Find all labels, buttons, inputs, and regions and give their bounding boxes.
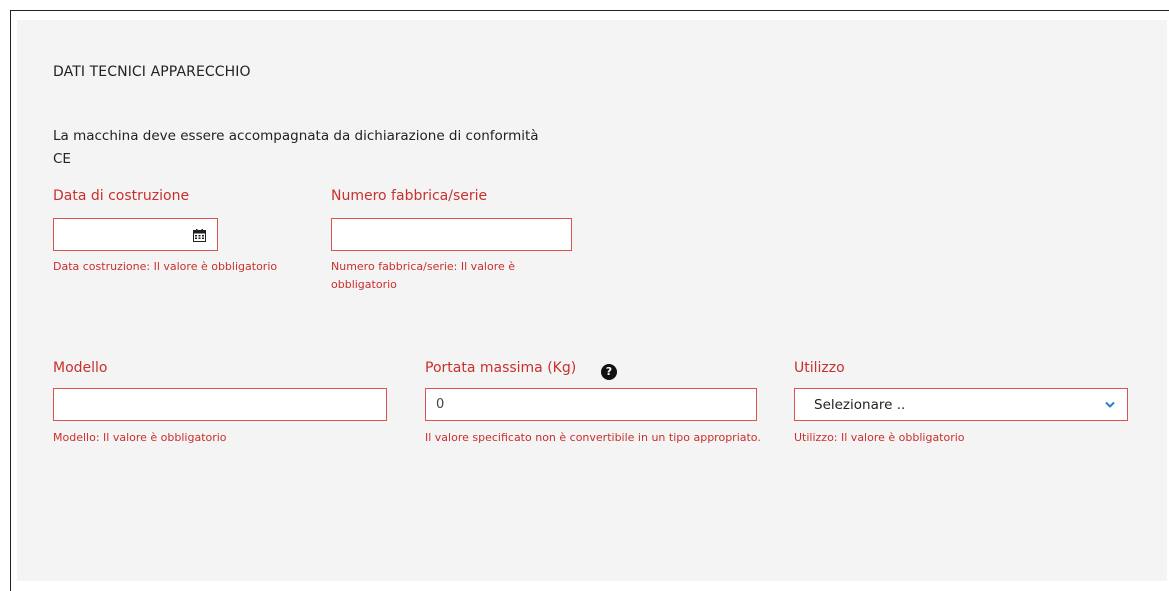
modello-error: Modello: Il valore è obbligatorio [53, 431, 227, 444]
data-costruzione-error: Data costruzione: Il valore è obbligator… [53, 260, 278, 273]
utilizzo-error: Utilizzo: Il valore è obbligatorio [794, 431, 965, 444]
ce-notice: La macchina deve essere accompagnata da … [53, 128, 539, 167]
chevron-down-icon [1105, 402, 1115, 408]
section-title: DATI TECNICI APPARECCHIO [53, 64, 251, 80]
utilizzo-selected-value: Selezionare .. [814, 397, 906, 413]
data-costruzione-label: Data di costruzione [53, 188, 190, 204]
calendar-icon[interactable] [193, 229, 206, 242]
portata-massima-label: Portata massima (Kg) [425, 360, 577, 376]
modello-label: Modello [53, 360, 108, 376]
question-circle-icon[interactable]: ? [601, 364, 617, 380]
form-panel [17, 20, 1167, 581]
numero-fabbrica-label: Numero fabbrica/serie [331, 188, 488, 204]
numero-fabbrica-input[interactable] [331, 218, 572, 251]
utilizzo-label: Utilizzo [794, 360, 845, 376]
utilizzo-select[interactable]: Selezionare .. [794, 388, 1128, 421]
numero-fabbrica-error: Numero fabbrica/serie: Il valore è obbli… [331, 260, 516, 291]
portata-massima-input[interactable] [425, 388, 757, 421]
modello-input[interactable] [53, 388, 387, 421]
portata-massima-error: Il valore specificato non è convertibile… [425, 431, 761, 444]
